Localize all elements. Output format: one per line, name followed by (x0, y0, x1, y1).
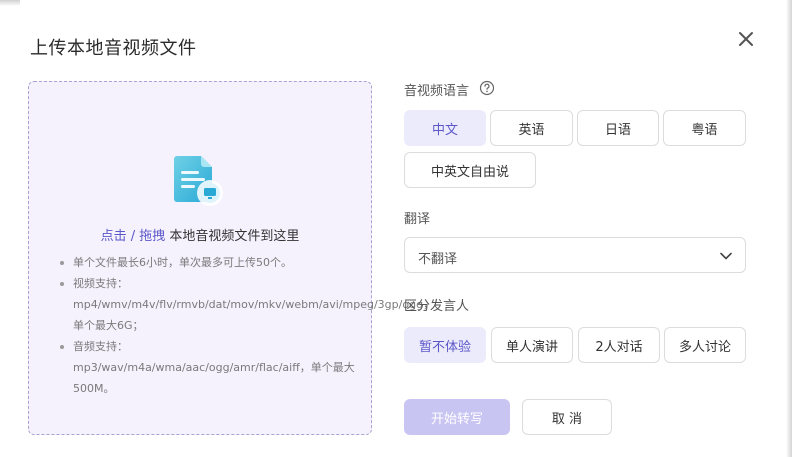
note-item: 单个文件最长6小时，单次最多可上传50个。 (57, 252, 357, 273)
right-edge-shadow (786, 0, 792, 457)
speaker-option-multi[interactable]: 多人讨论 (664, 327, 746, 363)
start-transcribe-button[interactable]: 开始转写 (404, 399, 510, 435)
upload-dialog: 上传本地音视频文件 点击 / 拖拽 本地音视频文件到这里 单个文件最长6小时，单… (0, 0, 792, 457)
lang-option-chinese[interactable]: 中文 (404, 110, 486, 146)
top-left-shadow (0, 0, 20, 6)
language-label: 音视频语言 (404, 84, 470, 99)
close-icon (739, 32, 753, 46)
speaker-label: 区分发言人 (404, 299, 470, 314)
file-upload-icon (171, 154, 231, 212)
lang-option-japanese[interactable]: 日语 (577, 110, 659, 146)
lang-option-mixed[interactable]: 中英文自由说 (404, 152, 536, 188)
cancel-button[interactable]: 取 消 (522, 399, 612, 435)
upload-dropzone[interactable]: 点击 / 拖拽 本地音视频文件到这里 单个文件最长6小时，单次最多可上传50个。… (28, 81, 434, 435)
upload-link[interactable]: 点击 / 拖拽 (101, 229, 166, 244)
translate-label: 翻译 (404, 212, 431, 227)
lang-option-english[interactable]: 英语 (490, 110, 573, 146)
note-item: 视频支持：mp4/wmv/m4v/flv/rmvb/dat/mov/mkv/we… (57, 273, 434, 336)
translate-value: 不翻译 (418, 252, 458, 267)
speaker-option-two[interactable]: 2人对话 (578, 327, 660, 363)
lang-option-cantonese[interactable]: 粤语 (663, 110, 746, 146)
question-circle-icon[interactable] (479, 80, 495, 96)
translate-select[interactable]: 不翻译 (404, 237, 746, 273)
upload-drop-text: 本地音视频文件到这里 (165, 229, 300, 244)
upload-notes: 单个文件最长6小时，单次最多可上传50个。 视频支持：mp4/wmv/m4v/f… (57, 252, 434, 399)
chevron-down-icon (720, 252, 732, 260)
dialog-title: 上传本地音视频文件 (30, 38, 197, 59)
note-item: 音频支持：mp3/wav/m4a/wma/aac/ogg/amr/flac/ai… (57, 336, 357, 399)
close-button[interactable] (735, 28, 757, 50)
upload-instruction: 点击 / 拖拽 本地音视频文件到这里 (29, 225, 371, 244)
speaker-option-skip[interactable]: 暂不体验 (404, 327, 486, 363)
speaker-option-single[interactable]: 单人演讲 (491, 327, 573, 363)
